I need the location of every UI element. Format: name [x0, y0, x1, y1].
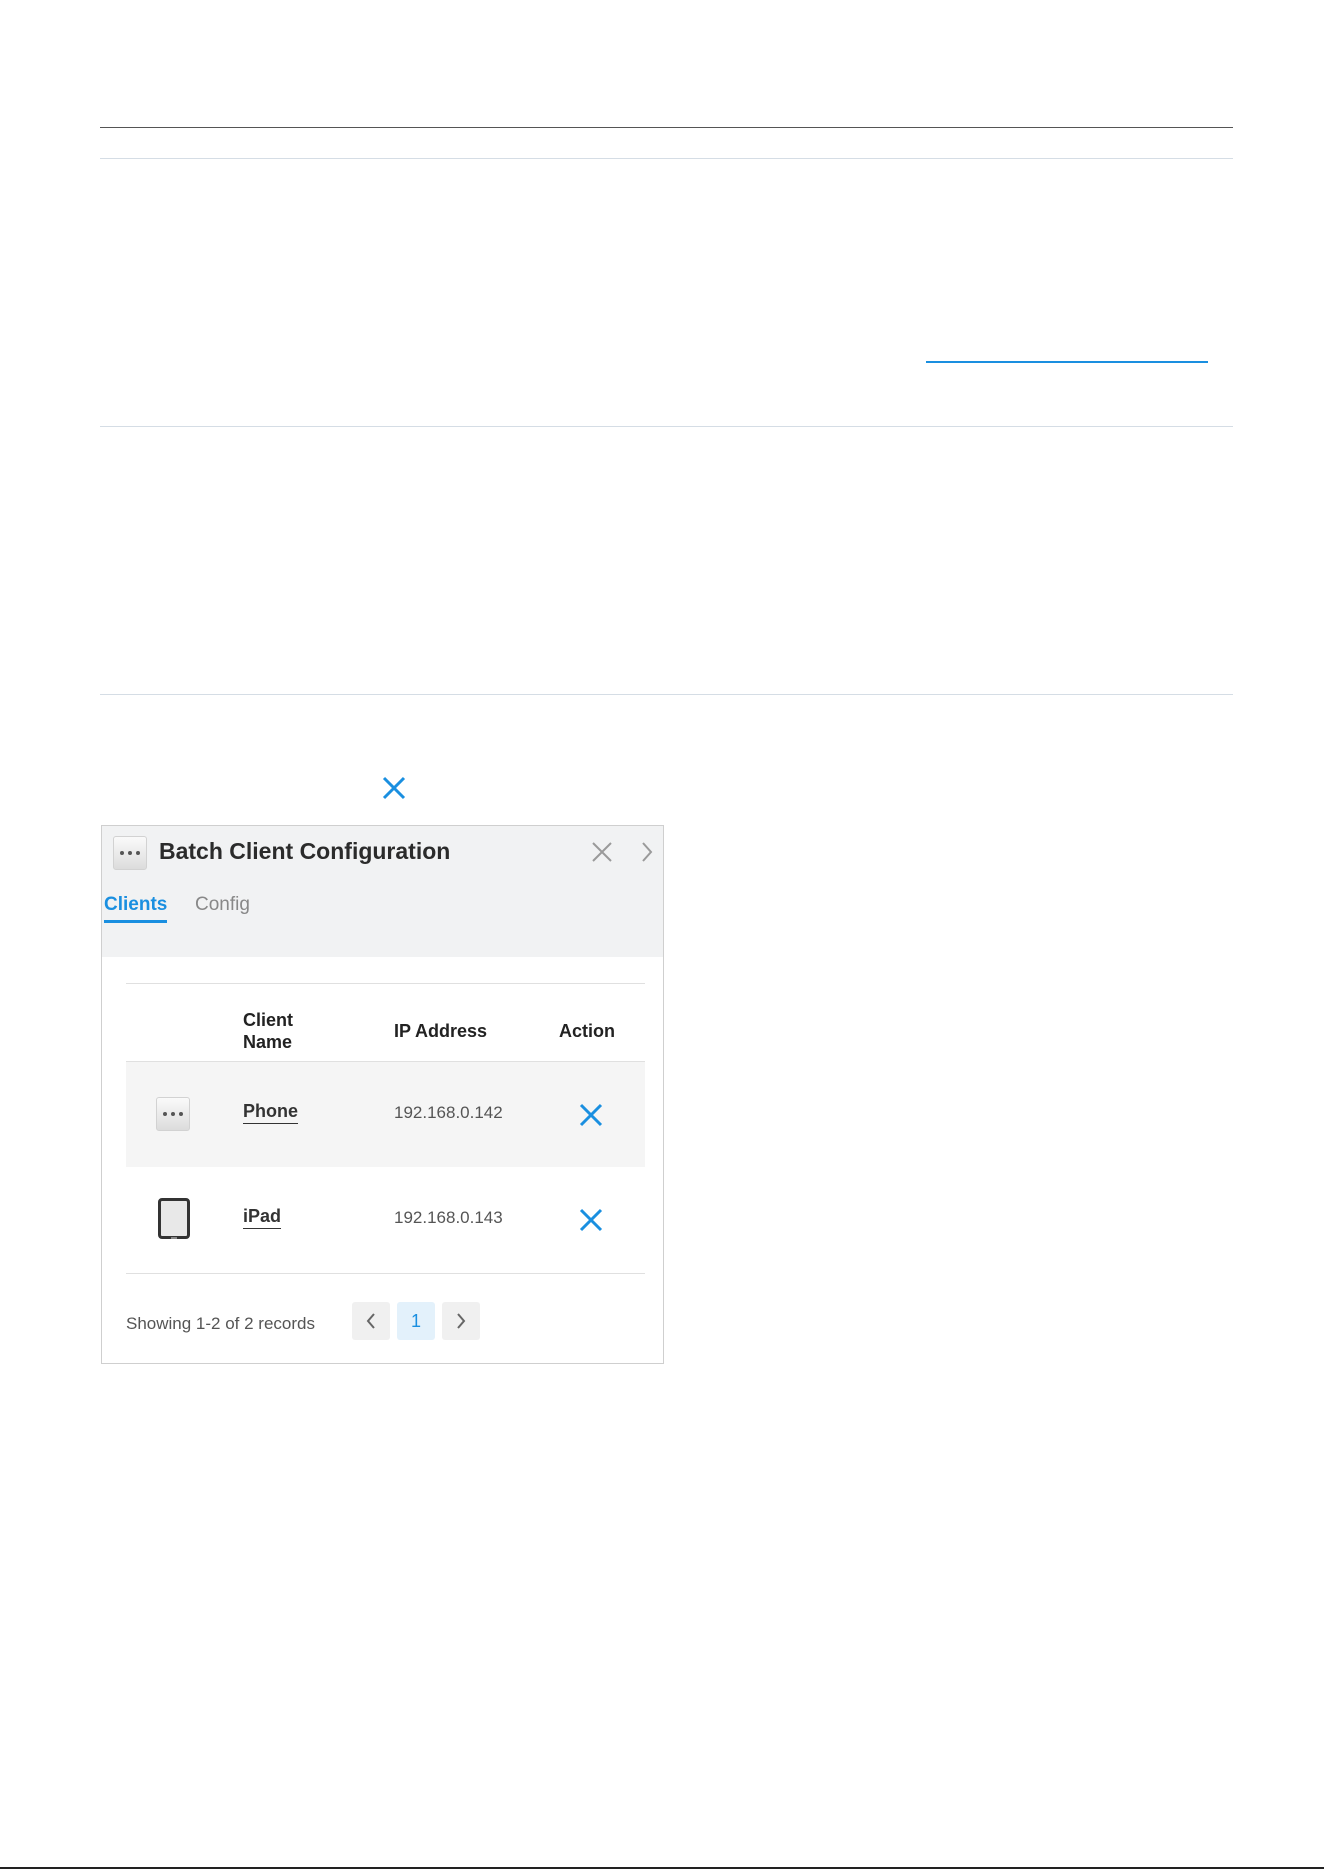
more-dots-icon: [113, 836, 147, 870]
section-divider: [100, 426, 1233, 427]
delete-icon[interactable]: [577, 1206, 605, 1234]
ip-address: 192.168.0.143: [394, 1208, 503, 1227]
table-top-rule: [126, 983, 645, 984]
client-name-link[interactable]: iPad: [243, 1206, 281, 1227]
more-dots-icon: [156, 1097, 190, 1131]
panel-header: Batch Client Configuration Clients Confi…: [102, 826, 663, 957]
delete-icon[interactable]: [577, 1101, 605, 1129]
tablet-icon: [158, 1198, 190, 1239]
table-row: Phone 192.168.0.142: [126, 1062, 645, 1167]
chevron-right-icon[interactable]: [639, 840, 655, 864]
panel-title: Batch Client Configuration: [159, 838, 451, 864]
section-divider: [100, 158, 1233, 159]
column-header-action: Action: [559, 1021, 615, 1041]
chevron-right-icon: [457, 1313, 466, 1329]
bottom-rule: [0, 1867, 1324, 1869]
section-divider: [100, 694, 1233, 695]
hyperlink[interactable]: [926, 343, 1208, 363]
column-header-client-name: Client Name: [243, 1010, 294, 1052]
client-name-link[interactable]: Phone: [243, 1101, 298, 1122]
next-page-button[interactable]: [442, 1302, 480, 1340]
prev-page-button[interactable]: [352, 1302, 390, 1340]
tab-clients[interactable]: Clients: [104, 894, 168, 923]
ip-address: 192.168.0.142: [394, 1103, 503, 1122]
tab-config[interactable]: Config: [195, 894, 250, 916]
records-summary: Showing 1-2 of 2 records: [126, 1314, 315, 1333]
page-button-current[interactable]: 1: [397, 1302, 435, 1340]
table-row: iPad 192.168.0.143: [126, 1167, 645, 1272]
table-bottom-rule: [126, 1273, 645, 1274]
close-icon[interactable]: [590, 840, 614, 864]
chevron-left-icon: [366, 1313, 375, 1329]
batch-client-configuration-panel: Batch Client Configuration Clients Confi…: [101, 825, 664, 1364]
column-header-ip-address: IP Address: [394, 1021, 488, 1041]
close-icon[interactable]: [380, 774, 408, 802]
top-rule: [100, 127, 1233, 128]
